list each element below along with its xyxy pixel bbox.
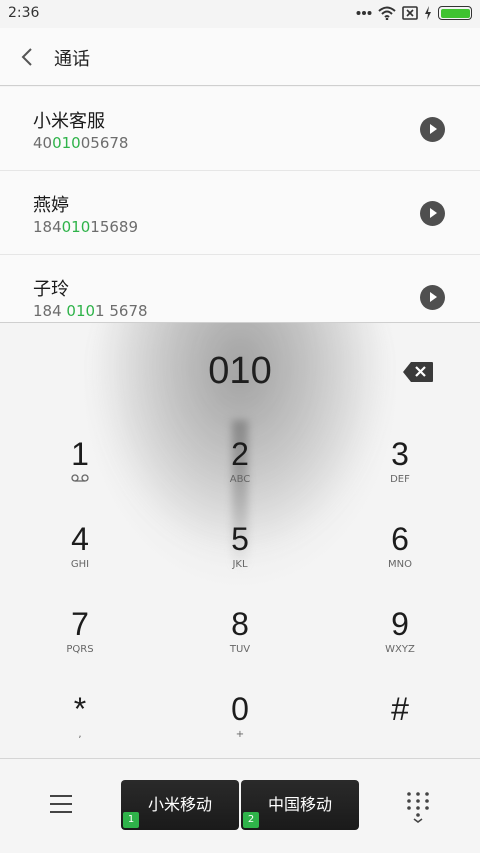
key-letters: , [78, 729, 82, 740]
call-sim2-button[interactable]: 中国移动 2 [241, 780, 359, 830]
call-sim1-button[interactable]: 小米移动 1 [121, 780, 239, 830]
backspace-icon[interactable] [402, 361, 434, 383]
sim2-slot-badge: 2 [243, 812, 259, 828]
key-digit: 4 [71, 521, 89, 557]
key-0[interactable]: 0 + [160, 675, 320, 760]
bottom-bar: 小米移动 1 中国移动 2 [0, 759, 480, 853]
key-3[interactable]: 3 DEF [320, 420, 480, 505]
key-letters [320, 729, 480, 743]
key-letters: ABC [229, 474, 251, 485]
dial-input-area: 010 [0, 340, 480, 410]
list-item[interactable]: 燕婷 18401015689 [0, 171, 480, 255]
contact-name: 燕婷 [33, 195, 69, 216]
key-digit: 7 [71, 606, 89, 642]
play-icon[interactable] [420, 285, 445, 310]
key-digit: 0 [231, 691, 249, 727]
key-letters: MNO [388, 559, 412, 570]
key-2[interactable]: 2 ABC [160, 420, 320, 505]
contact-name: 子玲 [33, 279, 69, 300]
hide-keypad-icon[interactable] [406, 791, 430, 823]
no-sim-icon [402, 6, 418, 20]
key-letters: DEF [390, 474, 410, 485]
status-icons [356, 6, 472, 20]
key-digit: 8 [231, 606, 249, 642]
key-digit: 5 [231, 521, 249, 557]
key-9[interactable]: 9 WXYZ [320, 590, 480, 675]
play-icon[interactable] [420, 117, 445, 142]
search-results-list: 小米客服 4001005678 燕婷 18401015689 子玲 184 01… [0, 87, 480, 322]
app-header: 通话 [0, 28, 480, 86]
key-digit: 6 [391, 521, 409, 557]
wifi-icon [378, 6, 396, 20]
status-time: 2:36 [8, 5, 40, 21]
divider [0, 322, 480, 323]
key-letters: JKL [232, 559, 248, 570]
key-letters: WXYZ [385, 644, 415, 655]
key-letters: GHI [70, 559, 90, 570]
key-digit: 3 [391, 436, 409, 472]
dots-icon [356, 11, 372, 15]
battery-icon [438, 6, 472, 20]
key-letters: PQRS [66, 644, 94, 655]
charging-icon [425, 6, 431, 20]
contact-number: 4001005678 [33, 134, 129, 152]
dial-keypad: 1 2 ABC 3 DEF 4 GHI 5 JKL 6 MNO 7 PQRS 8… [0, 420, 480, 760]
key-8[interactable]: 8 TUV [160, 590, 320, 675]
sim2-label: 中国移动 [267, 795, 332, 814]
key-7[interactable]: 7 PQRS [0, 590, 160, 675]
list-item[interactable]: 小米客服 4001005678 [0, 87, 480, 171]
key-5[interactable]: 5 JKL [160, 505, 320, 590]
play-icon[interactable] [420, 201, 445, 226]
key-digit: 2 [231, 436, 249, 472]
key-star[interactable]: * , [0, 675, 160, 760]
key-4[interactable]: 4 GHI [0, 505, 160, 590]
list-item[interactable]: 子玲 184 0101 5678 [0, 255, 480, 322]
battery-fill [440, 8, 470, 18]
contact-name: 小米客服 [33, 111, 105, 132]
key-digit: 9 [391, 606, 409, 642]
menu-icon[interactable] [50, 795, 72, 813]
page-title: 通话 [54, 49, 90, 70]
key-hash[interactable]: # [320, 675, 480, 760]
key-digit: 1 [71, 436, 89, 472]
key-digit: * [73, 691, 87, 727]
status-bar: 2:36 [0, 0, 480, 28]
dialer-screen: 2:36 通话 小米客服 4001005678 燕婷 18401015689 子… [0, 0, 480, 853]
voicemail-icon [0, 474, 160, 488]
key-6[interactable]: 6 MNO [320, 505, 480, 590]
key-digit: # [391, 691, 409, 727]
contact-number: 18401015689 [33, 218, 138, 236]
key-letters: TUV [229, 644, 251, 655]
sim1-slot-badge: 1 [123, 812, 139, 828]
contact-number: 184 0101 5678 [33, 302, 148, 320]
sim1-label: 小米移动 [147, 795, 212, 814]
key-1[interactable]: 1 [0, 420, 160, 505]
key-letters: + [235, 729, 245, 740]
back-arrow-icon[interactable] [18, 46, 38, 68]
